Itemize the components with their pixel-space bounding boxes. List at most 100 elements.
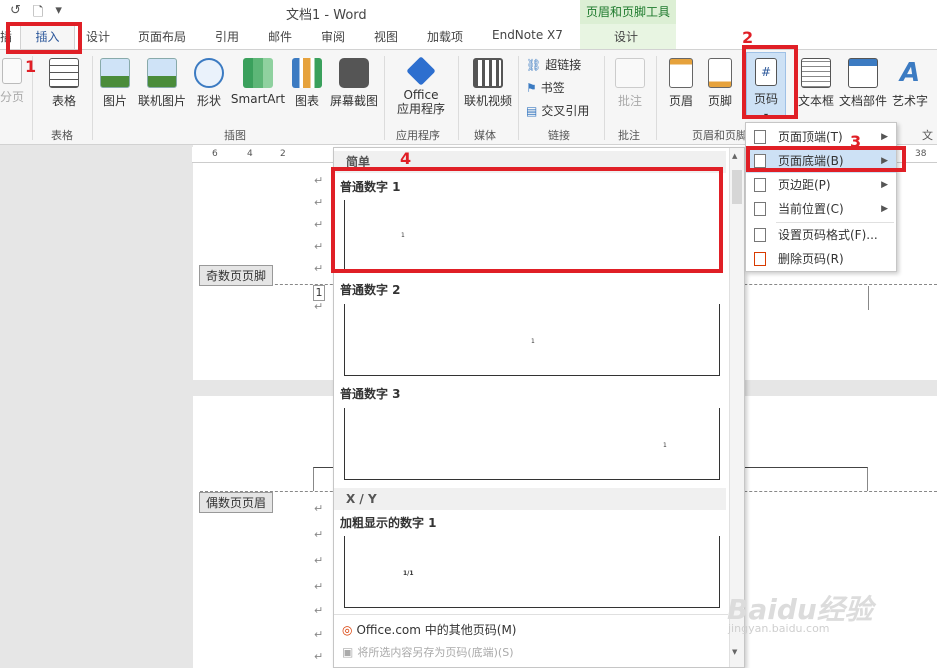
submenu-arrow-icon: ▶: [881, 180, 888, 190]
menu-label: 页边距(P): [778, 178, 831, 192]
table-icon: [49, 58, 79, 88]
submenu-arrow-icon: ▶: [881, 204, 888, 214]
quick-parts-button[interactable]: 文档部件: [838, 58, 888, 109]
tab-design[interactable]: 设计: [86, 28, 110, 45]
smartart-button[interactable]: SmartArt: [230, 58, 286, 106]
bookmark-label: 书签: [540, 81, 565, 95]
paragraph-mark: ↵: [314, 262, 324, 275]
office-store-icon: [406, 56, 436, 86]
group-header-footer-label: 页眉和页脚: [692, 129, 747, 142]
online-picture-icon: [147, 58, 177, 88]
tab-mailings[interactable]: 邮件: [268, 28, 292, 45]
header-label: 页眉: [668, 94, 693, 108]
footer-label: 页脚: [707, 94, 732, 108]
footer-button[interactable]: 页脚: [702, 58, 738, 109]
office-apps-label-2: 应用程序: [396, 102, 445, 116]
tab-addins[interactable]: 加载项: [427, 28, 463, 45]
header-button[interactable]: 页眉: [662, 58, 700, 109]
cross-reference-icon: ▤: [526, 103, 538, 118]
section-header-xy: X / Y: [334, 488, 726, 510]
link-icon: ⛓: [526, 57, 542, 72]
annotation-box-plain-number-1: [331, 167, 723, 273]
ruler-tick: 4: [247, 149, 253, 159]
cross-reference-button[interactable]: ▤ 交叉引用: [526, 102, 589, 119]
group-tables-label: 表格: [51, 129, 73, 142]
gallery-item-plain-number-2[interactable]: 1: [344, 304, 720, 376]
tab-review[interactable]: 审阅: [321, 28, 345, 45]
wordart-button[interactable]: A 艺术字: [890, 58, 930, 109]
group-text-label: 文: [922, 129, 933, 142]
textbox-label: 文本框: [797, 94, 834, 108]
ruler-tick: 6: [212, 149, 218, 159]
quick-parts-icon: [848, 58, 878, 88]
tab-page-layout[interactable]: 页面布局: [138, 28, 186, 45]
preview-number: 1/1: [403, 570, 414, 577]
page-break-button[interactable]: 分页: [0, 58, 24, 105]
menu-label: 删除页码(R): [778, 252, 844, 266]
wordart-label: 艺术字: [891, 94, 928, 108]
tab-hf-design[interactable]: 设计: [614, 28, 638, 45]
office-apps-label-1: Office: [403, 88, 439, 102]
annotation-box-bottom-of-page: [746, 146, 906, 172]
context-tab-title: 页眉和页脚工具: [580, 0, 676, 24]
paragraph-mark: ↵: [314, 528, 324, 541]
annotation-box-page-number: [742, 45, 798, 119]
more-page-numbers-office-com[interactable]: ◎ Office.com 中的其他页码(M): [342, 621, 517, 638]
bookmark-button[interactable]: ⚑ 书签: [526, 79, 565, 96]
annotation-step-4: 4: [400, 149, 412, 168]
gallery-item-title: 普通数字 2: [340, 283, 401, 297]
menu-label: 页面顶端(T): [778, 130, 843, 144]
gallery-item-plain-number-3[interactable]: 1: [344, 408, 720, 480]
menu-item-format-page-numbers[interactable]: 设置页码格式(F)...: [746, 223, 896, 247]
save-selection-label: 将所选内容另存为页码(底端)(S): [357, 646, 514, 659]
hyperlink-button[interactable]: ⛓ 超链接: [526, 56, 581, 73]
annotation-step-3: 3: [850, 132, 862, 151]
scroll-up-icon[interactable]: ▲: [732, 152, 737, 160]
paragraph-mark: ↵: [314, 300, 324, 313]
online-picture-label: 联机图片: [137, 94, 186, 108]
quick-parts-label: 文档部件: [838, 94, 887, 108]
shapes-button[interactable]: 形状: [192, 58, 226, 109]
textbox-button[interactable]: 文本框: [796, 58, 836, 109]
gallery-item-title: 加粗显示的数字 1: [340, 516, 437, 530]
online-video-button[interactable]: 联机视频: [461, 58, 515, 109]
online-picture-button[interactable]: 联机图片: [135, 58, 189, 109]
online-video-label: 联机视频: [463, 94, 512, 108]
group-apps-label: 应用程序: [396, 129, 440, 142]
tab-endnote[interactable]: EndNote X7: [492, 28, 563, 42]
paragraph-mark: ↵: [314, 604, 324, 617]
menu-item-page-margins[interactable]: 页边距(P) ▶: [746, 173, 896, 197]
paragraph-mark: ↵: [314, 196, 324, 209]
horizontal-ruler[interactable]: 6 4 2: [192, 147, 336, 163]
remove-page-numbers-icon: [754, 252, 766, 266]
page-break-icon: [2, 58, 22, 84]
header-icon: [669, 58, 693, 88]
picture-label: 图片: [102, 94, 127, 108]
office-apps-button[interactable]: Office 应用程序: [388, 56, 454, 116]
screenshot-button[interactable]: 屏幕截图: [328, 58, 380, 109]
save-selection-to-gallery[interactable]: ▣ 将所选内容另存为页码(底端)(S): [342, 644, 514, 660]
table-button[interactable]: 表格: [44, 58, 84, 109]
chart-button[interactable]: 图表: [290, 58, 324, 109]
tab-view[interactable]: 视图: [374, 28, 398, 45]
scroll-thumb[interactable]: [732, 170, 742, 204]
wordart-icon: A: [899, 58, 921, 88]
paragraph-mark: ↵: [314, 174, 324, 187]
office-com-icon: ◎: [342, 622, 353, 637]
menu-item-remove-page-numbers[interactable]: 删除页码(R): [746, 247, 896, 271]
page-break-label: 分页: [0, 90, 25, 104]
smartart-label: SmartArt: [230, 92, 286, 106]
odd-footer-label: 奇数页页脚: [199, 265, 274, 286]
divider: [334, 614, 728, 615]
comment-icon: [615, 58, 645, 88]
gallery-item-bold-number-1[interactable]: 1/1: [344, 536, 720, 608]
comment-button[interactable]: 批注: [610, 58, 650, 109]
menu-item-current-position[interactable]: 当前位置(C) ▶: [746, 197, 896, 221]
footer-page-number[interactable]: 1: [313, 285, 325, 301]
separator: [604, 56, 605, 140]
tab-references[interactable]: 引用: [215, 28, 239, 45]
shapes-label: 形状: [196, 94, 221, 108]
menu-label: 当前位置(C): [778, 202, 844, 216]
scroll-down-icon[interactable]: ▼: [732, 648, 737, 656]
picture-button[interactable]: 图片: [98, 58, 132, 109]
